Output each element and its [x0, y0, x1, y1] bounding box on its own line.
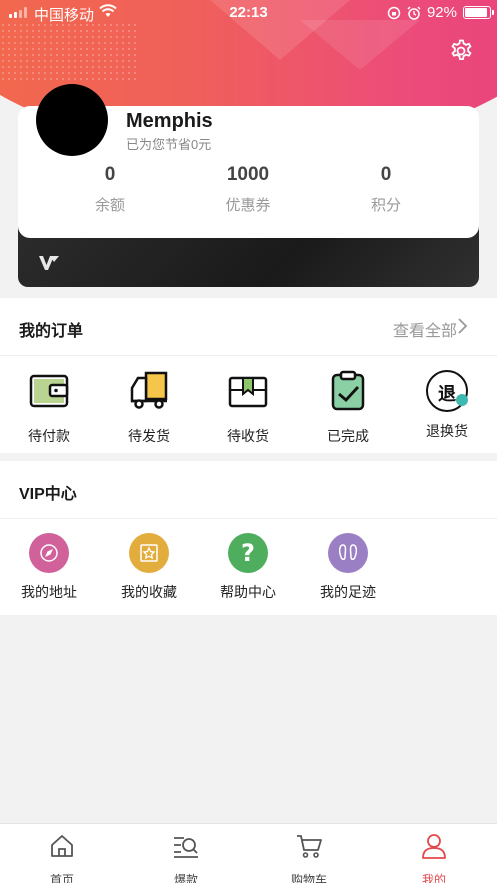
order-pending-shipment[interactable]: 待发货	[109, 370, 189, 446]
vip-my-footprints[interactable]: 我的足迹	[308, 533, 388, 602]
order-returns[interactable]: 退 退换货	[407, 370, 487, 441]
clipboard-check-icon	[331, 370, 365, 411]
vip-my-favorites[interactable]: 我的收藏	[109, 533, 189, 602]
vip-header: VIP中心	[0, 461, 497, 519]
vip-section: VIP中心 我的地址 我的收藏 ? 帮助中心 我的足迹	[0, 461, 497, 615]
chevron-right-icon	[458, 318, 467, 334]
stat-coupons[interactable]: 1000 优惠券	[198, 164, 298, 215]
header-decoration	[300, 20, 420, 70]
battery-icon	[463, 6, 494, 19]
return-icon: 退	[426, 370, 468, 412]
vip-grid: 我的地址 我的收藏 ? 帮助中心 我的足迹	[0, 519, 497, 615]
order-item-label: 待收货	[227, 428, 269, 444]
orientation-lock-icon	[387, 6, 401, 19]
home-icon	[51, 835, 73, 857]
vip-item-label: 我的足迹	[320, 584, 376, 600]
order-item-label: 待发货	[128, 428, 170, 444]
header-pattern	[0, 22, 140, 82]
orders-header[interactable]: 我的订单 查看全部	[0, 298, 497, 356]
stat-value: 0	[104, 164, 116, 185]
stat-points[interactable]: 0 积分	[336, 164, 436, 215]
status-bar: 中国移动 22:13 92%	[0, 0, 497, 24]
avatar[interactable]	[36, 84, 108, 156]
order-pending-receipt[interactable]: 待收货	[208, 370, 288, 446]
stat-value: 0	[380, 164, 392, 185]
vip-item-label: 我的收藏	[121, 584, 177, 600]
stat-label: 积分	[370, 197, 401, 214]
vip-help-center[interactable]: ? 帮助中心	[208, 533, 288, 602]
search-list-icon	[174, 837, 198, 858]
settings-gear-icon[interactable]	[448, 38, 474, 64]
brand-logo	[39, 256, 59, 270]
favorite-star-icon	[129, 533, 169, 573]
savings-text: 已为您节省0元	[126, 137, 212, 152]
vip-item-label: 我的地址	[21, 584, 77, 600]
compass-icon	[29, 533, 69, 573]
stat-label: 余额	[94, 197, 125, 214]
stat-label: 优惠券	[225, 197, 271, 214]
stat-balance[interactable]: 0 余额	[60, 164, 160, 215]
user-name: Memphis	[126, 110, 213, 132]
tab-label: 首页	[49, 873, 74, 883]
tab-label: 购物车	[290, 873, 327, 883]
tab-home[interactable]: 首页	[22, 832, 102, 883]
wallet-icon	[29, 374, 69, 408]
bottom-tab-bar: 首页 爆款 购物车 我的	[0, 823, 497, 883]
package-box-icon	[228, 376, 268, 408]
order-item-label: 待付款	[28, 428, 70, 444]
tab-cart[interactable]: 购物车	[269, 832, 349, 883]
view-all-orders-link[interactable]: 查看全部	[393, 317, 457, 341]
alarm-icon	[407, 5, 421, 20]
stat-value: 1000	[226, 164, 270, 185]
vip-my-address[interactable]: 我的地址	[9, 533, 89, 602]
vip-item-label: 帮助中心	[220, 584, 276, 600]
orders-section: 我的订单 查看全部 待付款 待发货 待收货 已完成 退 退换货	[0, 298, 497, 453]
order-item-label: 已完成	[327, 428, 369, 444]
orders-title: 我的订单	[19, 323, 84, 340]
delivery-truck-icon	[130, 371, 168, 409]
question-icon: ?	[228, 533, 268, 573]
tab-mine[interactable]: 我的	[394, 832, 474, 883]
order-item-label: 退换货	[426, 423, 468, 439]
footprint-icon	[328, 533, 368, 573]
orders-grid: 待付款 待发货 待收货 已完成 退 退换货	[0, 356, 497, 452]
order-completed[interactable]: 已完成	[308, 370, 388, 446]
tab-label: 我的	[421, 873, 446, 883]
tab-hot[interactable]: 爆款	[146, 832, 226, 883]
status-right: 92%	[387, 4, 494, 21]
order-pending-payment[interactable]: 待付款	[9, 370, 89, 446]
user-icon	[422, 834, 446, 859]
cart-icon	[297, 835, 322, 858]
battery-percent: 92%	[426, 4, 457, 21]
vip-title: VIP中心	[19, 486, 77, 503]
tab-label: 爆款	[173, 873, 198, 883]
